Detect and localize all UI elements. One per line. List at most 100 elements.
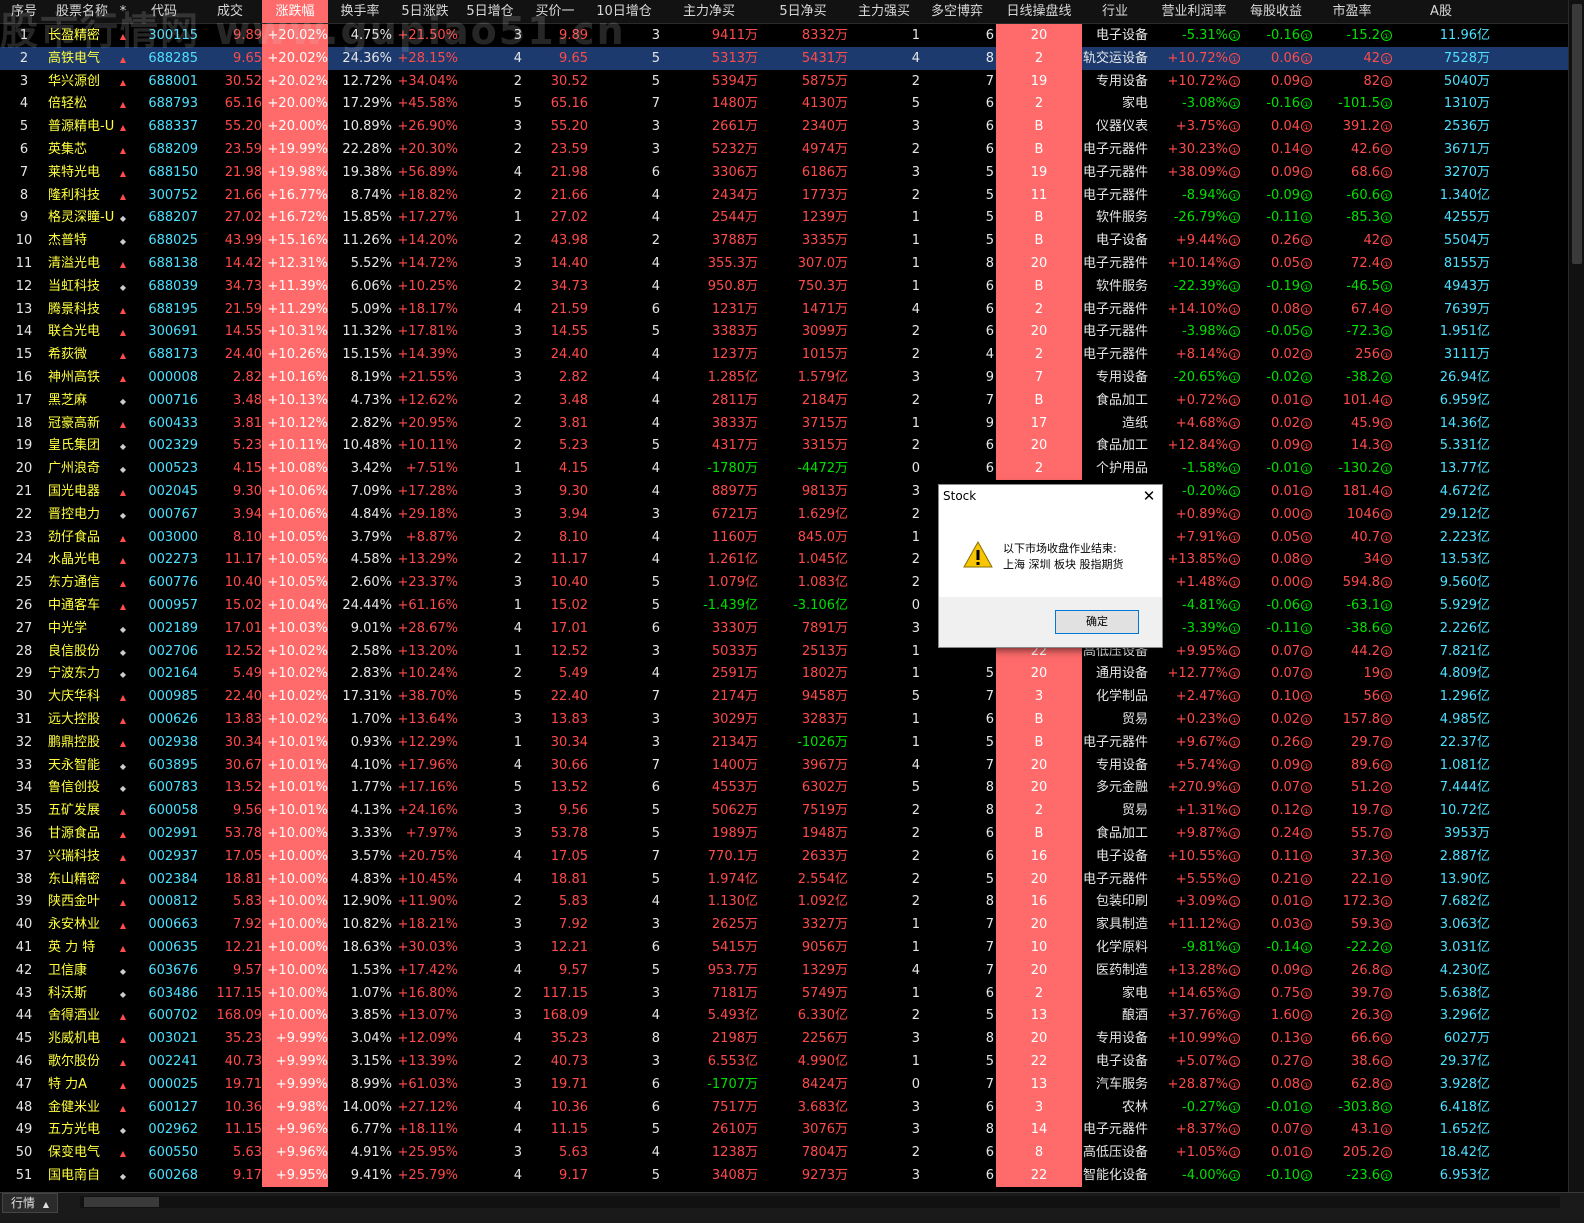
table-row[interactable]: 47 特 力A ▲ 000025 19.71 +9.99% 8.99% +61.03% 3 19.…: [0, 1072, 1568, 1096]
horizontal-scroll-thumb[interactable]: [84, 1197, 159, 1207]
info-circle-icon[interactable]: ①: [1381, 1010, 1392, 1022]
info-circle-icon[interactable]: ①: [1229, 1124, 1240, 1136]
table-row[interactable]: 26 中通客车 ▲ 000957 15.02 +10.04% 24.44% +61.16% 1 1…: [0, 594, 1568, 617]
table-row[interactable]: 17 黑芝麻 ◆ 000716 3.48 +10.13% 4.73% +12.62% 2 3.48…: [0, 388, 1568, 412]
info-circle-icon[interactable]: ①: [1381, 850, 1392, 862]
info-circle-icon[interactable]: ①: [1301, 1124, 1312, 1136]
table-row[interactable]: 39 陕西金叶 ▲ 000812 5.83 +10.00% 12.90% +11.90% 2 5.…: [0, 890, 1568, 914]
info-circle-icon[interactable]: ①: [1229, 645, 1240, 657]
table-row[interactable]: 33 天永智能 ◆ 603895 30.67 +10.01% 4.10% +17.96% 4 30…: [0, 753, 1568, 777]
info-circle-icon[interactable]: ①: [1381, 622, 1392, 634]
table-row[interactable]: 12 当虹科技 ◆ 688039 34.73 +11.39% 6.06% +10.25% 2 34…: [0, 274, 1568, 298]
info-circle-icon[interactable]: ①: [1301, 1033, 1312, 1045]
info-circle-icon[interactable]: ①: [1381, 1101, 1392, 1113]
table-row[interactable]: 9 格灵深瞳-U ◆ 688207 27.02 +16.72% 15.85% +17.27% 1…: [0, 206, 1568, 230]
info-circle-icon[interactable]: ①: [1301, 372, 1312, 383]
table-row[interactable]: 4 倍轻松 ▲ 688793 65.16 +20.00% 17.29% +45.58% 5 65.…: [0, 92, 1568, 116]
info-circle-icon[interactable]: ①: [1381, 714, 1392, 725]
table-row[interactable]: 16 神州高铁 ▲ 000008 2.82 +10.16% 8.19% +21.55% 3 2.8…: [0, 366, 1568, 389]
info-circle-icon[interactable]: ①: [1381, 372, 1392, 383]
info-circle-icon[interactable]: ①: [1381, 144, 1392, 155]
info-circle-icon[interactable]: ①: [1301, 759, 1312, 771]
table-row[interactable]: 23 劲仔食品 ▲ 003000 8.10 +10.05% 3.79% +8.87% 2 8.10…: [0, 525, 1568, 549]
info-circle-icon[interactable]: ①: [1301, 121, 1312, 133]
info-circle-icon[interactable]: ①: [1229, 52, 1240, 64]
table-row[interactable]: 19 皇氏集团 ◆ 002329 5.23 +10.11% 10.48% +10.11% 2 5.…: [0, 434, 1568, 458]
info-circle-icon[interactable]: ①: [1301, 1147, 1312, 1159]
info-circle-icon[interactable]: ①: [1229, 691, 1240, 703]
table-row[interactable]: 15 希荻微 ▲ 688173 24.40 +10.26% 15.15% +14.39% 3 24…: [0, 343, 1568, 367]
info-circle-icon[interactable]: ①: [1229, 372, 1240, 383]
table-row[interactable]: 6 英集芯 ▲ 688209 23.59 +19.99% 22.28% +20.30% 2 23.…: [0, 138, 1568, 161]
info-circle-icon[interactable]: ①: [1301, 782, 1312, 794]
table-row[interactable]: 35 五矿发展 ▲ 600058 9.56 +10.01% 4.13% +24.16% 3 9.5…: [0, 799, 1568, 823]
info-circle-icon[interactable]: ①: [1301, 189, 1312, 201]
info-circle-icon[interactable]: ①: [1381, 554, 1392, 566]
table-row[interactable]: 8 隆利科技 ▲ 300752 21.66 +16.77% 8.74% +18.82% 2 21.…: [0, 183, 1568, 207]
info-circle-icon[interactable]: ①: [1381, 121, 1392, 133]
info-circle-icon[interactable]: ①: [1301, 850, 1312, 862]
info-circle-icon[interactable]: ①: [1229, 144, 1240, 155]
info-circle-icon[interactable]: ①: [1229, 942, 1240, 953]
info-circle-icon[interactable]: ①: [1381, 75, 1392, 87]
table-row[interactable]: 40 永安林业 ▲ 000663 7.92 +10.00% 10.82% +18.21% 3 7.…: [0, 913, 1568, 937]
info-circle-icon[interactable]: ①: [1229, 440, 1240, 452]
info-circle-icon[interactable]: ①: [1229, 577, 1240, 589]
table-row[interactable]: 44 舍得酒业 ▲ 600702 168.09 +10.00% 3.85% +13.07% 3 1…: [0, 1004, 1568, 1028]
info-circle-icon[interactable]: ①: [1301, 326, 1312, 338]
info-circle-icon[interactable]: ①: [1301, 52, 1312, 64]
info-circle-icon[interactable]: ①: [1381, 919, 1392, 931]
table-row[interactable]: 13 腾景科技 ▲ 688195 21.59 +11.29% 5.09% +18.17% 4 21…: [0, 297, 1568, 321]
table-row[interactable]: 42 卫信康 ◆ 603676 9.57 +10.00% 1.53% +17.42% 4 9.57…: [0, 958, 1568, 982]
info-circle-icon[interactable]: ①: [1381, 303, 1392, 315]
info-circle-icon[interactable]: ①: [1381, 691, 1392, 703]
info-circle-icon[interactable]: ①: [1381, 212, 1392, 224]
info-circle-icon[interactable]: ①: [1381, 1124, 1392, 1136]
table-row[interactable]: 43 科沃斯 ◆ 603486 117.15 +10.00% 1.07% +16.80% 2 11…: [0, 981, 1568, 1005]
table-row[interactable]: 18 冠豪高新 ▲ 600433 3.81 +10.12% 2.82% +20.95% 2 3.8…: [0, 411, 1568, 435]
info-circle-icon[interactable]: ①: [1301, 1101, 1312, 1113]
info-circle-icon[interactable]: ①: [1381, 577, 1392, 589]
info-circle-icon[interactable]: ①: [1381, 987, 1392, 999]
info-circle-icon[interactable]: ①: [1301, 873, 1312, 885]
info-circle-icon[interactable]: ①: [1381, 98, 1392, 110]
info-circle-icon[interactable]: ①: [1229, 349, 1240, 361]
info-circle-icon[interactable]: ①: [1301, 440, 1312, 452]
info-circle-icon[interactable]: ①: [1229, 919, 1240, 931]
info-circle-icon[interactable]: ①: [1229, 1147, 1240, 1159]
table-row[interactable]: 46 歌尔股份 ▲ 002241 40.73 +9.99% 3.15% +13.39% 2 40.…: [0, 1050, 1568, 1073]
info-circle-icon[interactable]: ①: [1381, 463, 1392, 475]
info-circle-icon[interactable]: ①: [1381, 964, 1392, 976]
info-circle-icon[interactable]: ①: [1229, 1033, 1240, 1045]
info-circle-icon[interactable]: ①: [1301, 394, 1312, 406]
info-circle-icon[interactable]: ①: [1229, 600, 1240, 611]
info-circle-icon[interactable]: ①: [1381, 896, 1392, 908]
table-row[interactable]: 14 联合光电 ▲ 300691 14.55 +10.31% 11.32% +17.81% 3 1…: [0, 320, 1568, 344]
info-circle-icon[interactable]: ①: [1301, 964, 1312, 976]
info-circle-icon[interactable]: ①: [1229, 75, 1240, 87]
info-circle-icon[interactable]: ①: [1301, 1010, 1312, 1022]
info-circle-icon[interactable]: ①: [1301, 212, 1312, 224]
table-row[interactable]: 7 莱特光电 ▲ 688150 21.98 +19.98% 19.38% +56.89% 4 21…: [0, 160, 1568, 184]
info-circle-icon[interactable]: ①: [1381, 486, 1392, 497]
info-circle-icon[interactable]: ①: [1381, 1078, 1392, 1090]
info-circle-icon[interactable]: ①: [1229, 759, 1240, 771]
info-circle-icon[interactable]: ①: [1301, 417, 1312, 429]
info-circle-icon[interactable]: ①: [1301, 645, 1312, 657]
table-row[interactable]: 24 水晶光电 ▲ 002273 11.17 +10.05% 4.58% +13.29% 2 11…: [0, 548, 1568, 572]
info-circle-icon[interactable]: ①: [1229, 1101, 1240, 1113]
info-circle-icon[interactable]: ①: [1381, 235, 1392, 247]
header-col-a-share[interactable]: A股: [1392, 0, 1490, 23]
header-col-pe[interactable]: 市盈率: [1312, 0, 1392, 23]
info-circle-icon[interactable]: ①: [1381, 440, 1392, 452]
info-circle-icon[interactable]: ①: [1301, 1170, 1312, 1181]
info-circle-icon[interactable]: ①: [1301, 600, 1312, 611]
table-row[interactable]: 36 甘源食品 ▲ 002991 53.78 +10.00% 3.33% +7.97% 3 53.…: [0, 822, 1568, 845]
info-circle-icon[interactable]: ①: [1229, 394, 1240, 406]
info-circle-icon[interactable]: ①: [1229, 964, 1240, 976]
info-circle-icon[interactable]: ①: [1229, 1056, 1240, 1067]
header-col-daily-line[interactable]: 日线操盘线: [996, 0, 1082, 23]
info-circle-icon[interactable]: ①: [1301, 554, 1312, 566]
table-row[interactable]: 51 国电南自 ◆ 600268 9.17 +9.95% 9.41% +25.79% 4 9.17…: [0, 1164, 1568, 1187]
info-circle-icon[interactable]: ①: [1229, 1170, 1240, 1181]
